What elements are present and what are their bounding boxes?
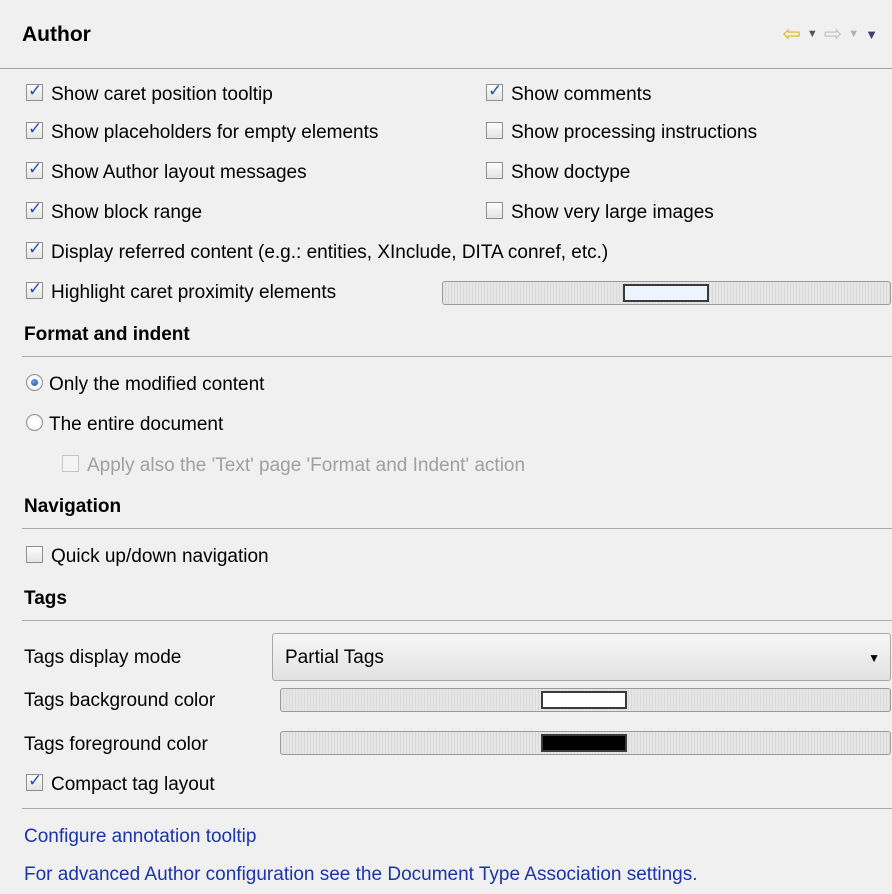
document-type-association-link[interactable]: For advanced Author configuration see th… xyxy=(24,864,698,886)
back-arrow-icon[interactable]: ⇦ xyxy=(782,23,800,45)
forward-dropdown-icon[interactable]: ▼ xyxy=(848,28,859,40)
page-header: Author ⇦ ▼ ⇨ ▼ ▼ xyxy=(0,0,892,69)
option-quick-navigation[interactable]: Quick up/down navigation xyxy=(26,546,269,568)
view-menu-icon[interactable]: ▼ xyxy=(865,27,878,42)
option-label: Show doctype xyxy=(511,162,631,183)
configure-annotation-tooltip-link[interactable]: Configure annotation tooltip xyxy=(24,826,256,848)
radio-only-modified[interactable]: Only the modified content xyxy=(26,374,264,396)
section-title-format-indent: Format and indent xyxy=(24,324,190,345)
checkbox-show-block-range[interactable] xyxy=(26,199,43,220)
radio-button-entire-document[interactable] xyxy=(26,414,43,432)
option-show-layout-messages[interactable]: Show Author layout messages xyxy=(26,159,307,184)
tags-foreground-swatch xyxy=(541,734,627,752)
radio-button-only-modified[interactable] xyxy=(26,374,43,392)
checkbox-show-processing-instructions[interactable] xyxy=(486,122,503,140)
highlight-color-swatch xyxy=(623,284,709,302)
separator xyxy=(22,808,892,809)
checkbox-show-caret-tooltip[interactable] xyxy=(26,81,43,102)
separator xyxy=(22,620,892,621)
checkbox-show-placeholders[interactable] xyxy=(26,119,43,140)
option-show-doctype[interactable]: Show doctype xyxy=(486,162,630,184)
option-label: Compact tag layout xyxy=(51,774,215,795)
option-show-processing-instructions[interactable]: Show processing instructions xyxy=(486,122,757,144)
option-label: Show processing instructions xyxy=(511,122,758,143)
option-label: Apply also the 'Text' page 'Format and I… xyxy=(87,455,526,476)
section-title-tags: Tags xyxy=(24,588,67,609)
option-display-referred-content[interactable]: Display referred content (e.g.: entities… xyxy=(26,239,609,264)
forward-arrow-icon[interactable]: ⇨ xyxy=(824,23,842,45)
tags-foreground-label: Tags foreground color xyxy=(24,734,208,755)
option-apply-text-format[interactable]: Apply also the 'Text' page 'Format and I… xyxy=(62,455,525,477)
option-label: Show block range xyxy=(51,202,203,223)
radio-entire-document[interactable]: The entire document xyxy=(26,414,223,436)
option-label: Show comments xyxy=(511,84,652,105)
option-label: Highlight caret proximity elements xyxy=(51,282,337,303)
option-label: Quick up/down navigation xyxy=(51,546,269,567)
checkbox-show-large-images[interactable] xyxy=(486,202,503,220)
section-title-navigation: Navigation xyxy=(24,496,122,517)
tags-foreground-color-button[interactable] xyxy=(280,731,891,755)
tags-background-label: Tags background color xyxy=(24,690,216,711)
highlight-color-button[interactable] xyxy=(442,281,891,305)
checkbox-quick-navigation[interactable] xyxy=(26,546,43,564)
separator xyxy=(22,356,892,357)
checkbox-apply-text-format[interactable] xyxy=(62,455,79,473)
preferences-page: Author ⇦ ▼ ⇨ ▼ ▼ Show caret position too… xyxy=(0,0,892,894)
chevron-down-icon: ▼ xyxy=(868,651,880,665)
option-show-placeholders[interactable]: Show placeholders for empty elements xyxy=(26,119,379,144)
option-show-large-images[interactable]: Show very large images xyxy=(486,202,714,224)
tags-background-color-button[interactable] xyxy=(280,688,891,712)
tags-background-swatch xyxy=(541,691,627,709)
checkbox-show-layout-messages[interactable] xyxy=(26,159,43,180)
option-show-block-range[interactable]: Show block range xyxy=(26,199,203,224)
checkbox-highlight-caret-proximity[interactable] xyxy=(26,279,43,300)
option-show-caret-tooltip[interactable]: Show caret position tooltip xyxy=(26,81,273,106)
option-compact-tag-layout[interactable]: Compact tag layout xyxy=(26,771,215,796)
checkbox-compact-tag-layout[interactable] xyxy=(26,771,43,792)
option-show-comments[interactable]: Show comments xyxy=(486,81,652,106)
radio-label: The entire document xyxy=(49,414,224,435)
checkbox-show-comments[interactable] xyxy=(486,81,503,102)
option-label: Show caret position tooltip xyxy=(51,84,273,105)
option-highlight-caret-proximity[interactable]: Highlight caret proximity elements xyxy=(26,279,337,304)
radio-label: Only the modified content xyxy=(49,374,265,395)
option-label: Show very large images xyxy=(511,202,714,223)
tags-display-mode-value: Partial Tags xyxy=(285,647,384,668)
back-dropdown-icon[interactable]: ▼ xyxy=(807,28,818,40)
option-label: Display referred content (e.g.: entities… xyxy=(51,242,609,263)
tags-display-mode-label: Tags display mode xyxy=(24,647,182,668)
separator xyxy=(22,528,892,529)
navigation-controls: ⇦ ▼ ⇨ ▼ ▼ xyxy=(782,23,878,45)
page-title: Author xyxy=(22,23,91,46)
tags-display-mode-select[interactable]: Partial Tags ▼ xyxy=(272,633,891,681)
checkbox-display-referred-content[interactable] xyxy=(26,239,43,260)
option-label: Show Author layout messages xyxy=(51,162,307,183)
option-label: Show placeholders for empty elements xyxy=(51,122,379,143)
checkbox-show-doctype[interactable] xyxy=(486,162,503,180)
